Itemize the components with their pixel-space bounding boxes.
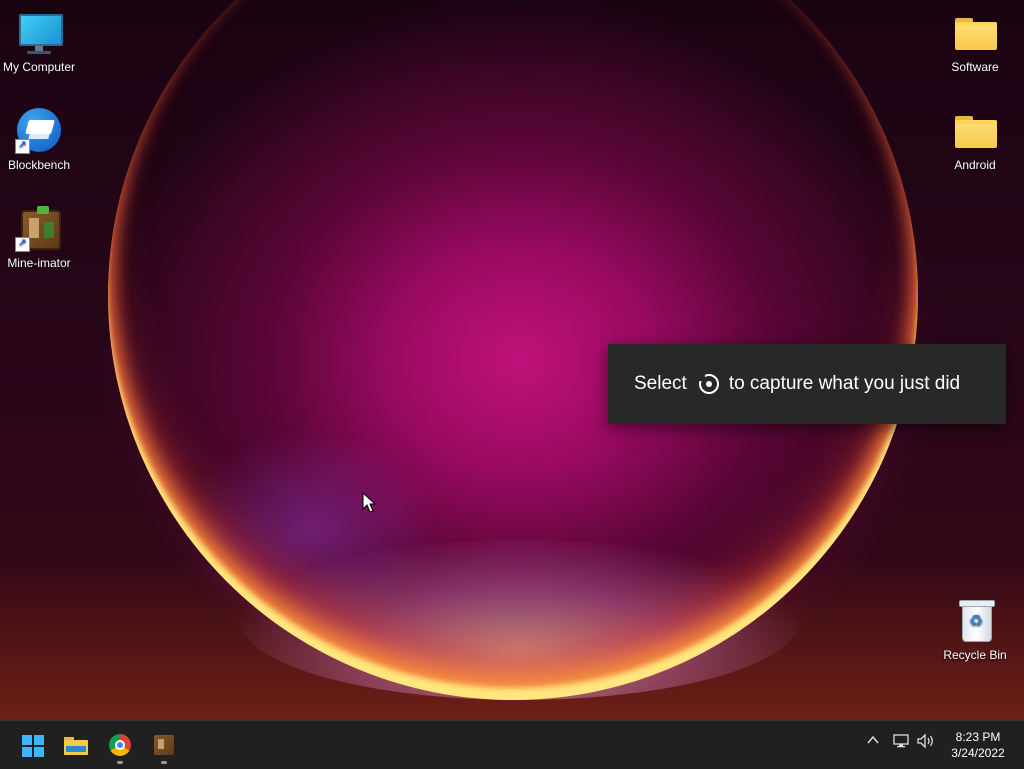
- desktop-icon-mine-imator[interactable]: ↗ Mine-imator: [0, 200, 78, 280]
- mine-imator-icon: [154, 735, 174, 755]
- desktop-icon-label: Recycle Bin: [943, 648, 1007, 662]
- taskbar: 8:23 PM 3/24/2022: [0, 720, 1024, 769]
- volume-icon: [917, 733, 933, 749]
- desktop-icon-recycle-bin[interactable]: ♻ Recycle Bin: [936, 592, 1014, 672]
- shortcut-arrow-icon: ↗: [15, 139, 30, 154]
- windows-icon: [22, 735, 44, 757]
- network-button[interactable]: [890, 733, 912, 752]
- volume-button[interactable]: [914, 733, 938, 752]
- shortcut-arrow-icon: ↗: [15, 237, 30, 252]
- toast-text-after: to capture what you just did: [728, 373, 961, 394]
- running-indicator: [161, 761, 167, 764]
- folder-icon: [64, 737, 88, 755]
- clock-time: 8:23 PM: [955, 730, 1001, 744]
- desktop-icon-label: Android: [954, 158, 996, 172]
- show-hidden-icons-button[interactable]: [864, 733, 882, 750]
- chrome-icon: [109, 734, 131, 756]
- folder-icon: [951, 8, 999, 56]
- blockbench-icon: ↗: [15, 106, 63, 154]
- desktop-icon-label: Blockbench: [7, 158, 71, 172]
- mine-imator-icon: ↗: [15, 204, 63, 252]
- clock-date: 3/24/2022: [951, 746, 1005, 760]
- chevron-up-icon: [867, 735, 879, 744]
- desktop-icon-my-computer[interactable]: My Computer: [0, 4, 78, 84]
- toast-text-before: Select: [634, 373, 687, 394]
- computer-icon: [15, 8, 63, 56]
- capture-toast[interactable]: Select to capture what you just did: [608, 344, 1006, 424]
- folder-icon: [951, 106, 999, 154]
- desktop-icon-label: Software: [951, 60, 999, 74]
- desktop-icon-blockbench[interactable]: ↗ Blockbench: [0, 102, 78, 182]
- mouse-cursor-icon: [362, 492, 376, 513]
- network-icon: [893, 734, 909, 748]
- desktop-icon-software[interactable]: Software: [936, 4, 1014, 84]
- taskbar-chrome[interactable]: [102, 727, 138, 764]
- recycle-bin-icon: ♻: [951, 596, 999, 644]
- taskbar-mine-imator[interactable]: [146, 727, 182, 764]
- start-button[interactable]: [14, 727, 50, 763]
- running-indicator: [117, 761, 123, 764]
- desktop-icon-label: My Computer: [2, 60, 76, 74]
- desktop-icon-android[interactable]: Android: [936, 102, 1014, 182]
- taskbar-clock[interactable]: 8:23 PM 3/24/2022: [940, 729, 1016, 761]
- taskbar-file-explorer[interactable]: [58, 727, 94, 763]
- record-icon: [696, 373, 719, 394]
- desktop-icon-label: Mine-imator: [7, 256, 71, 270]
